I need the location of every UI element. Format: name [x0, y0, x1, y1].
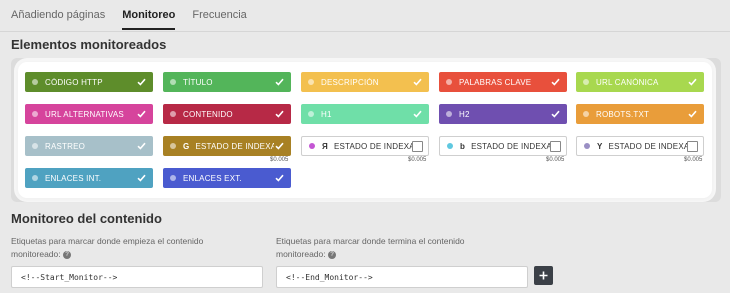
chip-label: RASTREO — [45, 141, 86, 151]
chip-label: CÓDIGO HTTP — [45, 77, 103, 87]
chip-index-status-bing[interactable]: b ESTADO DE INDEXACIÓN — [439, 136, 567, 156]
check-icon — [274, 142, 284, 150]
chip-label: URL ALTERNATIVAS — [45, 109, 124, 119]
chip-label: ROBOTS.TXT — [596, 109, 650, 119]
chip-dot — [308, 111, 314, 117]
chip-label: ESTADO DE INDEXACIÓN — [333, 141, 412, 151]
tab-monitoring[interactable]: Monitoreo — [122, 0, 176, 32]
price-google: $0.005 — [270, 157, 289, 163]
chip-dot — [309, 143, 315, 149]
chip-dot — [308, 79, 314, 85]
chip-description[interactable]: DESCRIPCIÓN — [301, 72, 429, 92]
chip-index-status-yahoo[interactable]: Y ESTADO DE INDEXACIÓN — [576, 136, 704, 156]
chip-dot — [32, 111, 38, 117]
chip-robots-txt[interactable]: ROBOTS.TXT — [576, 104, 704, 124]
chip-dot — [170, 143, 176, 149]
check-icon — [550, 110, 560, 118]
chip-title[interactable]: TÍTULO — [163, 72, 291, 92]
chip-dot — [170, 79, 176, 85]
check-icon — [550, 78, 560, 86]
end-tag-input[interactable]: <!--End_Monitor--> — [276, 266, 528, 288]
unchecked-checkbox[interactable] — [550, 140, 561, 152]
google-icon: G — [183, 141, 190, 151]
chip-label: PALABRAS CLAVE — [459, 77, 532, 87]
check-icon — [687, 110, 697, 118]
plus-icon — [539, 271, 548, 280]
help-icon[interactable]: ? — [63, 250, 71, 259]
chip-label: ESTADO DE INDEXACIÓN — [471, 141, 550, 151]
check-icon — [412, 78, 422, 86]
chip-dot — [32, 79, 38, 85]
check-icon — [136, 142, 146, 150]
chip-dot — [170, 175, 176, 181]
tab-divider — [0, 31, 730, 32]
chip-dot — [32, 143, 38, 149]
tab-frequency[interactable]: Frecuencia — [192, 0, 246, 32]
chip-label: H2 — [459, 109, 470, 119]
chip-dot — [584, 143, 590, 149]
check-icon — [274, 78, 284, 86]
start-tag-input[interactable]: <!--Start_Monitor--> — [11, 266, 263, 288]
chip-alternate-urls[interactable]: URL ALTERNATIVAS — [25, 104, 153, 124]
price-bing: $0.005 — [546, 157, 565, 163]
tab-adding-pages[interactable]: Añadiendo páginas — [11, 0, 105, 32]
chip-label: TÍTULO — [183, 77, 213, 87]
check-icon — [136, 110, 146, 118]
chip-dot — [446, 111, 452, 117]
chip-h2[interactable]: H2 — [439, 104, 567, 124]
chip-index-status-yandex[interactable]: Я ESTADO DE INDEXACIÓN — [301, 136, 429, 156]
monitored-elements-title: Elementos monitoreados — [11, 37, 167, 52]
chip-dot — [446, 79, 452, 85]
chip-label: H1 — [321, 109, 332, 119]
chip-label: ESTADO DE INDEXACIÓN — [608, 141, 687, 151]
check-icon — [136, 78, 146, 86]
yahoo-icon: Y — [597, 141, 603, 151]
unchecked-checkbox[interactable] — [412, 140, 423, 152]
chip-label: ENLACES EXT. — [183, 173, 242, 183]
chip-dot — [170, 111, 176, 117]
yandex-icon: Я — [322, 141, 328, 151]
chip-dot — [583, 79, 589, 85]
chip-external-links[interactable]: ENLACES EXT. — [163, 168, 291, 188]
chip-dot — [583, 111, 589, 117]
content-monitoring-title: Monitoreo del contenido — [11, 211, 162, 226]
chip-h1[interactable]: H1 — [301, 104, 429, 124]
add-tag-button[interactable] — [534, 266, 553, 285]
start-tag-label-text: Etiquetas para marcar donde empieza el c… — [11, 236, 204, 259]
chip-label: ESTADO DE INDEXACIÓN — [195, 141, 274, 151]
chip-content[interactable]: CONTENIDO — [163, 104, 291, 124]
chip-internal-links[interactable]: ENLACES INT. — [25, 168, 153, 188]
help-icon[interactable]: ? — [328, 250, 336, 259]
chip-keywords[interactable]: PALABRAS CLAVE — [439, 72, 567, 92]
chip-crawl[interactable]: RASTREO — [25, 136, 153, 156]
chip-label: URL CANÓNICA — [596, 77, 659, 87]
chip-label: ENLACES INT. — [45, 173, 102, 183]
start-tag-label: Etiquetas para marcar donde empieza el c… — [11, 235, 251, 261]
end-tag-label-text: Etiquetas para marcar donde termina el c… — [276, 236, 465, 259]
unchecked-checkbox[interactable] — [687, 140, 698, 152]
monitored-elements-panel: CÓDIGO HTTP TÍTULO DESCRIPCIÓN PALABRAS … — [18, 62, 712, 198]
bing-icon: b — [460, 141, 466, 151]
chip-dot — [32, 175, 38, 181]
chip-label: CONTENIDO — [183, 109, 233, 119]
price-yandex: $0.005 — [408, 157, 427, 163]
chip-canonical-url[interactable]: URL CANÓNICA — [576, 72, 704, 92]
tab-bar: Añadiendo páginas Monitoreo Frecuencia — [11, 0, 264, 32]
check-icon — [274, 174, 284, 182]
check-icon — [136, 174, 146, 182]
check-icon — [274, 110, 284, 118]
chip-dot — [447, 143, 453, 149]
chip-label: DESCRIPCIÓN — [321, 77, 379, 87]
price-yahoo: $0.005 — [684, 157, 703, 163]
check-icon — [412, 110, 422, 118]
check-icon — [687, 78, 697, 86]
chip-http-code[interactable]: CÓDIGO HTTP — [25, 72, 153, 92]
end-tag-label: Etiquetas para marcar donde termina el c… — [276, 235, 516, 261]
chip-index-status-google[interactable]: G ESTADO DE INDEXACIÓN — [163, 136, 291, 156]
